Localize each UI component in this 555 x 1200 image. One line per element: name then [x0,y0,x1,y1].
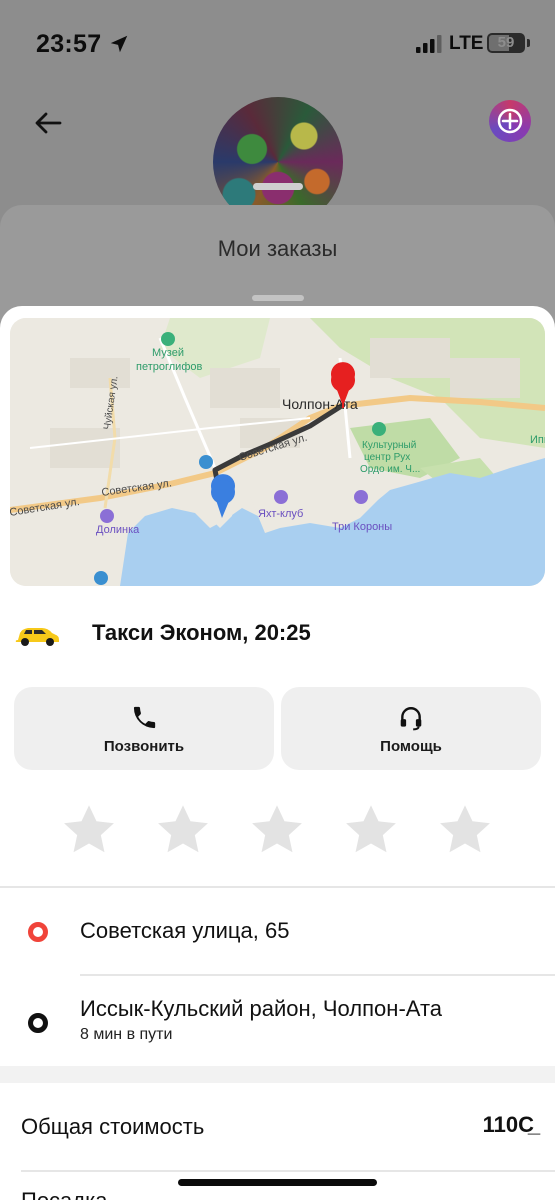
rating-star-icon[interactable] [248,801,306,859]
map-label-dolinka: Долинка [96,524,140,536]
home-indicator[interactable] [178,1179,377,1186]
plus-badge-icon[interactable] [489,100,531,142]
trip-duration: 8 мин в пути [80,1026,173,1043]
map-label-three-crowns: Три Короны [332,521,392,533]
rating-star-icon[interactable] [342,801,400,859]
hotel-pin-icon [354,490,368,504]
origin-address: Советская улица, 65 [80,918,290,943]
map-label-museum-1: Музей [152,347,184,359]
shop-pin-icon [199,455,213,469]
rating-stars [0,796,555,866]
destination-address: Иссык-Кульский район, Чолпон-Ата [80,996,443,1021]
drag-handle [253,183,303,190]
boarding-fee-label: Посадка [21,1188,107,1200]
battery-cap [527,39,530,47]
total-cost-value: 110С̲ [482,1112,534,1137]
divider [21,1170,555,1172]
help-button-label: Помощь [380,738,442,755]
map-label-yacht: Яхт-клуб [258,508,303,520]
sheet-handle[interactable] [252,295,304,301]
status-bar: 23:57 LTE 59 [0,0,555,90]
location-arrow-icon [110,35,128,53]
taxi-car-icon [15,628,59,646]
yacht-pin-icon [274,490,288,504]
museum-pin-icon [161,332,175,346]
network-type: LTE [449,33,484,54]
total-cost-label: Общая стоимость [21,1114,205,1139]
map-label-culture-1: Культурный [362,440,416,451]
map-canvas: Музей петроглифов Чолпон-Ата Чуйская ул.… [10,318,545,586]
tariff-row: Такси Эконом, 20:25 [0,616,555,656]
headset-icon [397,704,425,732]
battery-icon: 59 [487,33,525,53]
cellular-signal-icon [416,35,442,53]
status-time: 23:57 [36,30,102,58]
map-label-culture-2: центр Рух [364,452,410,463]
origin-marker-icon [28,922,48,942]
arrow-left-icon [35,112,62,134]
order-details-sheet: Музей петроглифов Чолпон-Ата Чуйская ул.… [0,306,555,1200]
divider [0,886,555,888]
call-button-label: Позвонить [103,738,185,755]
help-button[interactable]: Помощь [281,687,541,770]
map-label-city: Чолпон-Ата [282,396,358,412]
rating-star-icon[interactable] [436,801,494,859]
map-label-edge: Ипп [530,434,545,446]
back-button[interactable] [28,103,68,143]
map-label-culture-3: Ордо им. Ч... [360,464,420,475]
rating-star-icon[interactable] [60,801,118,859]
culture-pin-icon [372,422,386,436]
phone-icon [130,704,158,732]
orders-title: Мои заказы [217,236,338,261]
total-cost-row: Общая стоимость 110С̲ [0,1106,555,1146]
divider [80,974,555,976]
map-label-museum-2: петроглифов [136,361,202,373]
rating-star-icon[interactable] [154,801,212,859]
plus-symbol-icon [497,108,523,134]
section-separator [0,1066,555,1083]
dolinka-pin-icon [100,509,114,523]
route-map[interactable]: Музей петроглифов Чолпон-Ата Чуйская ул.… [10,318,545,586]
battery-percent: 59 [497,34,515,51]
call-button[interactable]: Позвонить [14,687,274,770]
destination-marker-icon [28,1013,48,1033]
tariff-title: Такси Эконом, 20:25 [92,620,311,645]
swim-pin-icon [94,571,108,585]
